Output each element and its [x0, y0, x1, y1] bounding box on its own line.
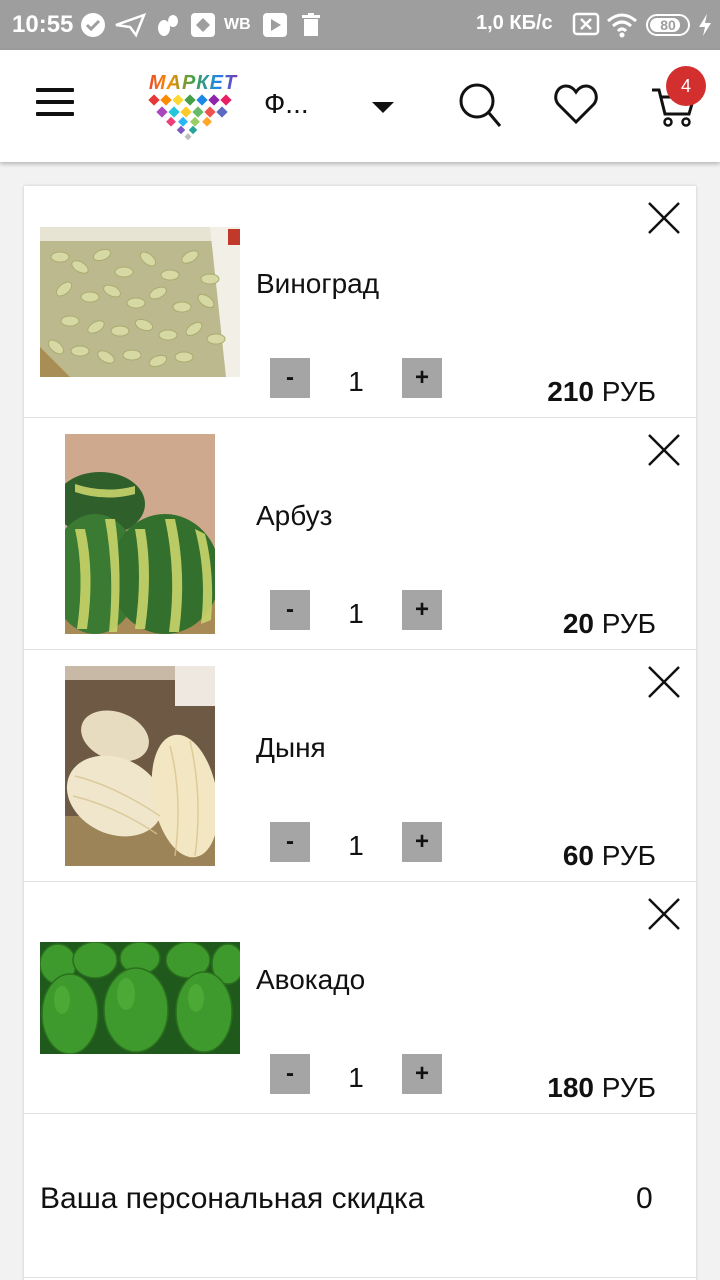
- send-icon: [115, 12, 146, 38]
- check-circle-icon: [81, 13, 105, 37]
- increase-qty-button[interactable]: +: [402, 822, 442, 862]
- personal-discount-row: Ваша персональная скидка 0: [24, 1114, 696, 1278]
- watermelon-photo: [65, 434, 215, 634]
- remove-item-close-icon[interactable]: [646, 432, 682, 468]
- product-image-melon[interactable]: [65, 666, 215, 866]
- product-image-grapes[interactable]: [40, 227, 240, 377]
- price-amount: 180: [547, 1072, 594, 1103]
- increase-qty-button[interactable]: +: [402, 358, 442, 398]
- status-bar: 10:55 WB 1,0 КБ/с 80: [0, 0, 720, 50]
- cart-item: Авокадо - 1 + 180 РУБ: [24, 882, 696, 1114]
- increase-qty-button[interactable]: +: [402, 590, 442, 630]
- cart-item: Арбуз - 1 + 20 РУБ: [24, 418, 696, 650]
- item-price: 60 РУБ: [563, 840, 656, 872]
- decrease-qty-button[interactable]: -: [270, 358, 310, 398]
- trash-icon: [302, 13, 320, 36]
- remove-item-close-icon[interactable]: [646, 896, 682, 932]
- wifi-icon: [607, 13, 637, 38]
- product-name[interactable]: Арбуз: [256, 500, 333, 532]
- cart-item: Виноград - 1 + 210 РУБ: [24, 186, 696, 418]
- cart-list: Виноград - 1 + 210 РУБ Арбуз - 1 + 20 РУ…: [24, 186, 696, 1280]
- remove-item-close-icon[interactable]: [646, 200, 682, 236]
- product-image-avocado[interactable]: [40, 942, 240, 1054]
- increase-qty-button[interactable]: +: [402, 1054, 442, 1094]
- cart-count-badge[interactable]: 4: [666, 66, 706, 106]
- price-currency: РУБ: [601, 840, 656, 871]
- decrease-qty-button[interactable]: -: [270, 822, 310, 862]
- decrease-qty-button[interactable]: -: [270, 590, 310, 630]
- category-selector-label[interactable]: Ф...: [264, 88, 309, 120]
- favorites-heart-icon[interactable]: [554, 84, 598, 124]
- price-amount: 210: [547, 376, 594, 407]
- price-currency: РУБ: [601, 1072, 656, 1103]
- leaf-icon: [158, 15, 178, 36]
- price-amount: 60: [562, 840, 594, 871]
- quantity-value: 1: [348, 366, 364, 397]
- item-price: 180 РУБ: [547, 1072, 656, 1104]
- quantity-value: 1: [348, 830, 364, 861]
- product-name[interactable]: Авокадо: [256, 964, 365, 996]
- market-logo[interactable]: МАРКЕТ: [144, 72, 242, 140]
- no-sim-icon: [572, 12, 600, 36]
- quantity-value: 1: [348, 1062, 364, 1093]
- clock: 10:55: [12, 11, 74, 38]
- price-currency: РУБ: [601, 376, 656, 407]
- search-icon[interactable]: [458, 82, 502, 128]
- product-name[interactable]: Дыня: [256, 732, 326, 764]
- cart-item: Дыня - 1 + 60 РУБ: [24, 650, 696, 882]
- app-icon: [191, 13, 215, 37]
- app-header: МАРКЕТ Ф... 4: [0, 50, 720, 162]
- price-currency: РУБ: [601, 608, 656, 639]
- logo-text: МАРКЕТ: [144, 72, 242, 95]
- personal-discount-label: Ваша персональная скидка: [40, 1182, 425, 1215]
- item-price: 210 РУБ: [547, 376, 656, 408]
- wb-indicator: WB: [224, 16, 251, 33]
- avocado-photo: [40, 942, 240, 1054]
- menu-button[interactable]: [36, 88, 76, 122]
- remove-item-close-icon[interactable]: [646, 664, 682, 700]
- personal-discount-value: 0: [636, 1182, 653, 1215]
- price-amount: 20: [562, 608, 594, 639]
- grapes-photo: [40, 227, 240, 377]
- chevron-down-icon[interactable]: [372, 102, 394, 113]
- network-speed: 1,0 КБ/с: [476, 12, 553, 34]
- quantity-value: 1: [348, 598, 364, 629]
- battery-level: 80: [660, 17, 676, 33]
- melon-photo: [65, 666, 215, 866]
- charging-icon: [699, 14, 711, 36]
- battery-icon: 80: [646, 14, 690, 36]
- play-store-icon: [263, 13, 287, 37]
- product-image-watermelon[interactable]: [65, 434, 215, 634]
- product-name[interactable]: Виноград: [256, 268, 379, 300]
- decrease-qty-button[interactable]: -: [270, 1054, 310, 1094]
- item-price: 20 РУБ: [563, 608, 656, 640]
